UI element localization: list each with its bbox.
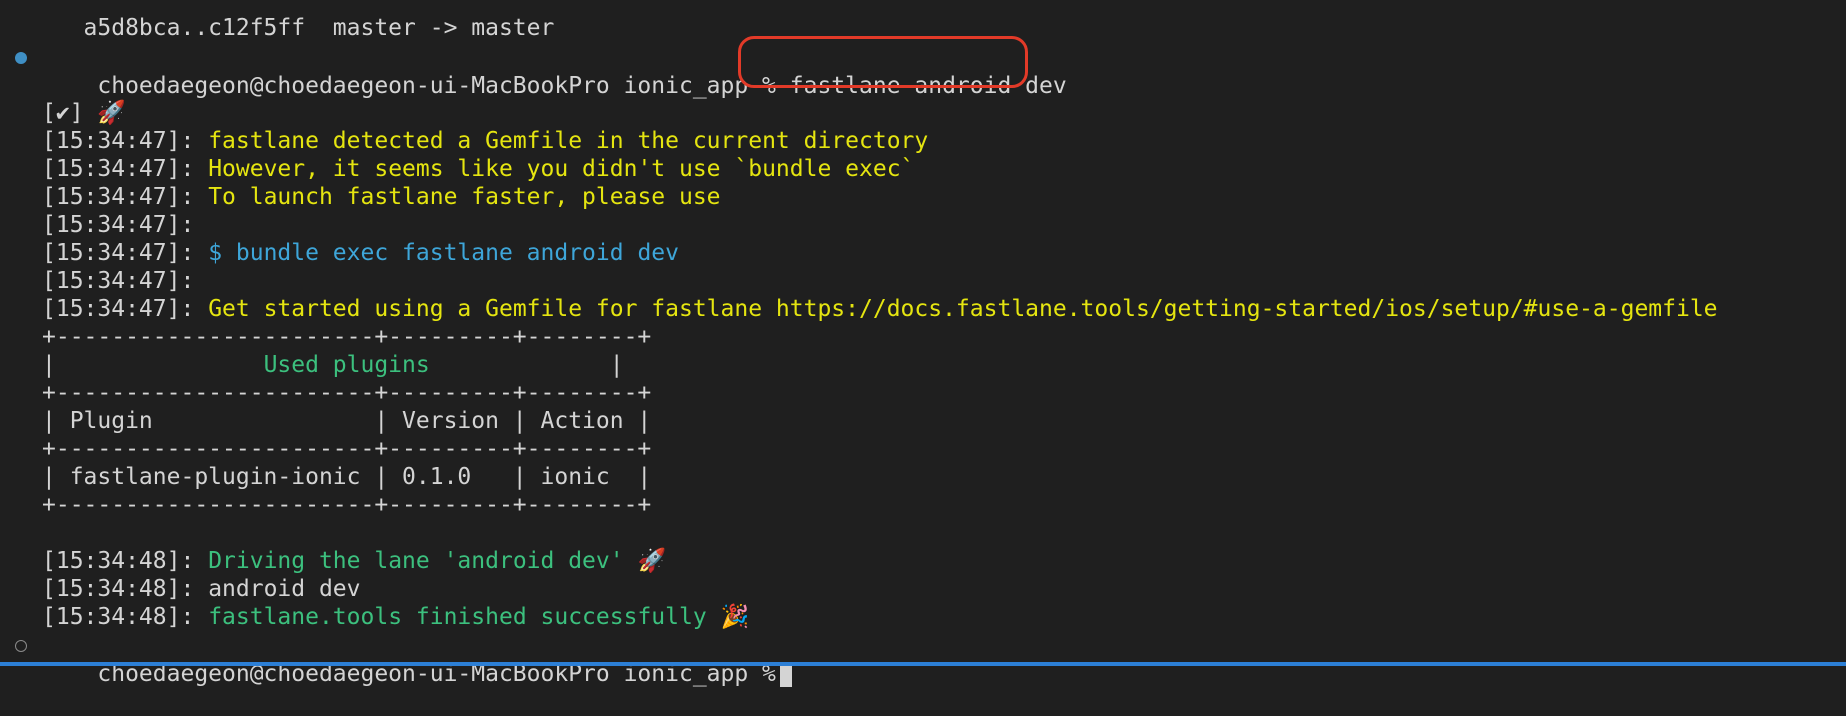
log-line: [15:34:48]: Driving the lane 'android de… [42, 548, 667, 574]
log-line: [15:34:47]: However, it seems like you d… [42, 156, 915, 182]
command-highlight-annotation [738, 36, 1028, 88]
log-line: [15:34:47]: To launch fastlane faster, p… [42, 184, 721, 210]
log-line: [15:34:47]: [42, 268, 195, 294]
table-header-row: | Plugin | Version | Action | [42, 408, 652, 434]
command-status-dot-icon[interactable] [15, 52, 27, 64]
terminal-panel[interactable]: a5d8bca..c12f5ff master -> master choeda… [0, 0, 1846, 687]
table-title-row: | Used plugins | [42, 352, 624, 378]
log-line: [15:34:47]: $ bundle exec fastlane andro… [42, 240, 679, 266]
log-line: [15:34:47]: fastlane detected a Gemfile … [42, 128, 929, 154]
shell-prompt: choedaegeon@choedaegeon-ui-MacBookPro io… [97, 73, 776, 99]
status-bar-edge [0, 662, 1846, 666]
log-line: [15:34:48]: fastlane.tools finished succ… [42, 604, 750, 630]
checkmark-line: [✔] 🚀 [42, 100, 127, 126]
table-border: +-----------------------+---------+-----… [42, 436, 652, 462]
gemfile-docs-link[interactable]: Get started using a Gemfile for fastlane… [208, 296, 1717, 322]
table-border: +-----------------------+---------+-----… [42, 324, 652, 350]
table-border: +-----------------------+---------+-----… [42, 492, 652, 518]
log-line: [15:34:47]: Get started using a Gemfile … [42, 296, 1718, 322]
git-push-result-line: a5d8bca..c12f5ff master -> master [42, 15, 555, 41]
prompt-line[interactable]: choedaegeon@choedaegeon-ui-MacBookPro io… [42, 632, 792, 687]
command-status-circle-icon[interactable] [15, 640, 27, 652]
table-border: +-----------------------+---------+-----… [42, 380, 652, 406]
log-line: [15:34:47]: [42, 212, 195, 238]
log-line: [15:34:48]: android dev [42, 576, 361, 602]
table-title: Used plugins [263, 352, 430, 378]
table-row: | fastlane-plugin-ionic | 0.1.0 | ionic … [42, 464, 652, 490]
